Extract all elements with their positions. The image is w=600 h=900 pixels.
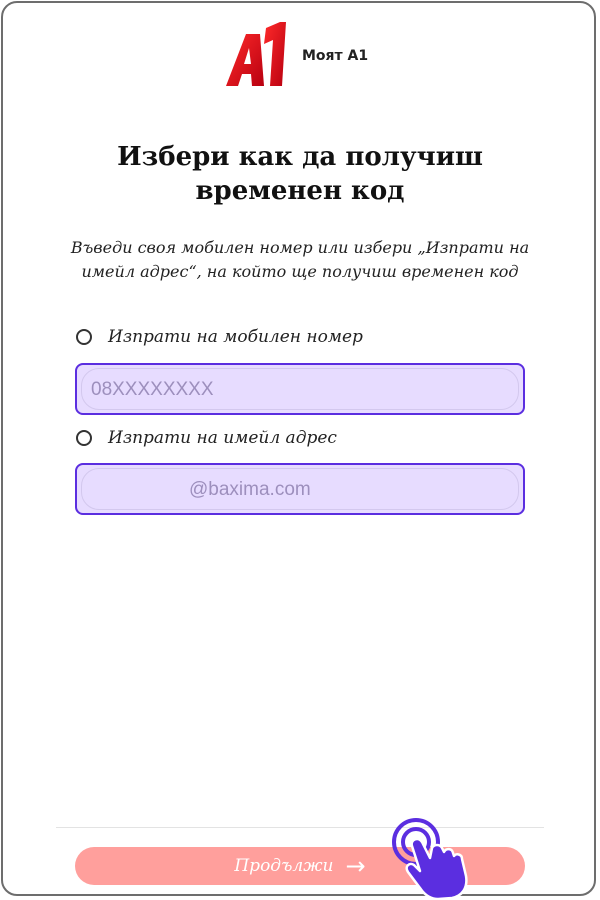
continue-button-label: Продължи: [234, 856, 334, 876]
arrow-right-icon: →: [345, 852, 366, 880]
brand-name: Моят А1: [302, 48, 369, 64]
mobile-option-label: Изпрати на мобилен номер: [108, 327, 363, 347]
mobile-number-placeholder: 08XXXXXXXX: [91, 379, 214, 400]
email-radio[interactable]: [76, 430, 92, 446]
page-subtitle: Въведи своя мобилен номер или избери „Из…: [70, 238, 530, 281]
page-title-line-1: Избери как да получиш: [117, 142, 483, 172]
page-title: Избери как да получиш временен код: [0, 140, 600, 208]
a1-logo: [226, 22, 286, 86]
page-title-line-2: временен код: [195, 176, 405, 206]
phone-frame: [1, 1, 596, 896]
email-field[interactable]: @baxima.com: [75, 463, 525, 515]
email-option-label: Изпрати на имейл адрес: [108, 428, 337, 448]
email-option[interactable]: Изпрати на имейл адрес: [76, 428, 337, 448]
mobile-option[interactable]: Изпрати на мобилен номер: [76, 327, 363, 347]
mobile-radio[interactable]: [76, 329, 92, 345]
email-placeholder: @baxima.com: [189, 479, 311, 500]
mobile-number-field[interactable]: 08XXXXXXXX: [75, 363, 525, 415]
tap-hand-icon: [392, 818, 468, 900]
